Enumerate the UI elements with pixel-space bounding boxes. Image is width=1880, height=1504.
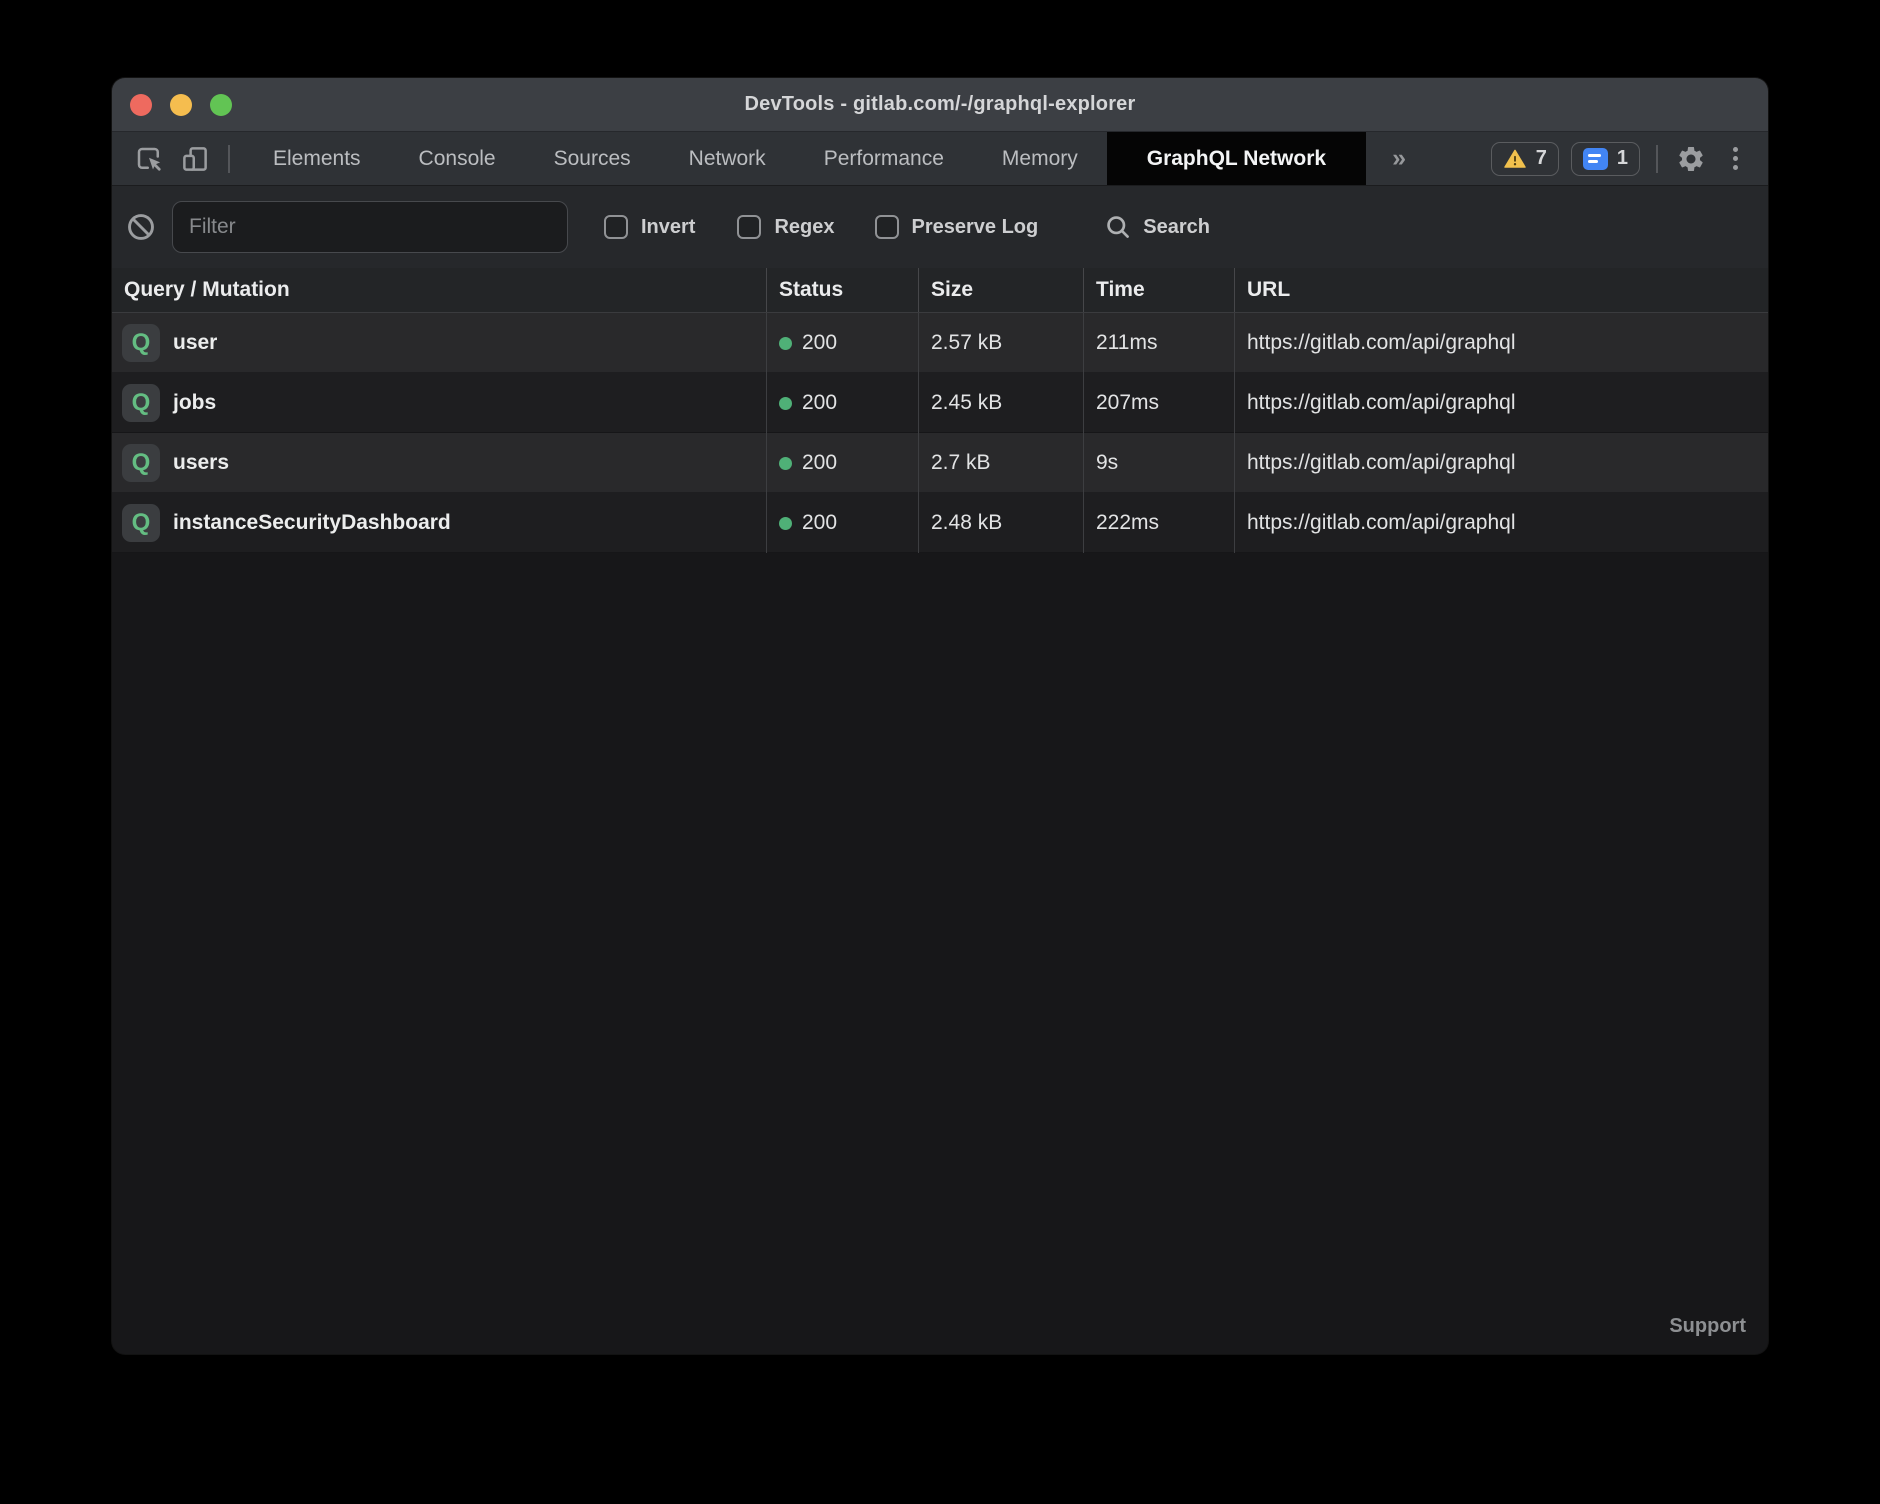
preserve-log-label: Preserve Log xyxy=(912,216,1039,239)
search-icon xyxy=(1104,213,1132,241)
invert-label: Invert xyxy=(641,216,695,239)
status-cell: 200 xyxy=(766,313,918,373)
device-toolbar-icon xyxy=(180,144,210,174)
window-title: DevTools - gitlab.com/-/graphql-explorer xyxy=(744,93,1135,116)
block-icon xyxy=(125,211,157,243)
query-name: instanceSecurityDashboard xyxy=(173,511,451,535)
status-dot-icon xyxy=(779,517,792,530)
status-value: 200 xyxy=(802,451,837,475)
query-badge: Q xyxy=(122,504,160,542)
support-link[interactable]: Support xyxy=(1669,1315,1746,1338)
minimize-window-button[interactable] xyxy=(170,94,192,116)
clear-log-button[interactable] xyxy=(124,210,158,244)
gear-icon xyxy=(1676,144,1706,174)
column-header-time[interactable]: Time xyxy=(1083,268,1234,312)
url-cell: https://gitlab.com/api/graphql xyxy=(1234,433,1768,493)
preserve-log-checkbox[interactable] xyxy=(875,215,899,239)
tab-sources[interactable]: Sources xyxy=(525,132,660,185)
tab-elements[interactable]: Elements xyxy=(244,132,390,185)
query-name: jobs xyxy=(173,391,216,415)
url-cell: https://gitlab.com/api/graphql xyxy=(1234,493,1768,553)
table-row[interactable]: Q users 200 2.7 kB 9s https://gitlab.com… xyxy=(112,433,1768,493)
warning-triangle-icon xyxy=(1503,148,1527,169)
tab-memory[interactable]: Memory xyxy=(973,132,1107,185)
column-header-status[interactable]: Status xyxy=(766,268,918,312)
table-row[interactable]: Q user 200 2.57 kB 211ms https://gitlab.… xyxy=(112,313,1768,373)
size-cell: 2.45 kB xyxy=(918,373,1083,433)
search-label: Search xyxy=(1143,216,1210,239)
regex-checkbox-group[interactable]: Regex xyxy=(737,215,834,239)
warnings-badge[interactable]: 7 xyxy=(1491,142,1559,176)
query-badge: Q xyxy=(122,444,160,482)
invert-checkbox-group[interactable]: Invert xyxy=(604,215,695,239)
column-header-query-mutation[interactable]: Query / Mutation xyxy=(112,268,766,312)
panel-tabs: Elements Console Sources Network Perform… xyxy=(244,132,1432,185)
search-button[interactable]: Search xyxy=(1104,213,1210,241)
time-cell: 9s xyxy=(1083,433,1234,493)
tab-performance[interactable]: Performance xyxy=(795,132,973,185)
tab-console[interactable]: Console xyxy=(390,132,525,185)
message-bubble-icon xyxy=(1583,148,1608,170)
query-name: user xyxy=(173,331,217,355)
warnings-count: 7 xyxy=(1536,147,1547,170)
time-cell: 222ms xyxy=(1083,493,1234,553)
size-cell: 2.48 kB xyxy=(918,493,1083,553)
settings-button[interactable] xyxy=(1674,142,1708,176)
inspect-element-button[interactable] xyxy=(132,142,166,176)
inspect-icon xyxy=(134,144,164,174)
messages-badge[interactable]: 1 xyxy=(1571,142,1640,176)
table-row[interactable]: Q jobs 200 2.45 kB 207ms https://gitlab.… xyxy=(112,373,1768,433)
time-cell: 207ms xyxy=(1083,373,1234,433)
status-cell: 200 xyxy=(766,433,918,493)
devtools-tab-bar: Elements Console Sources Network Perform… xyxy=(112,131,1768,185)
filter-bar: Invert Regex Preserve Log Search xyxy=(112,185,1768,268)
size-cell: 2.57 kB xyxy=(918,313,1083,373)
close-window-button[interactable] xyxy=(130,94,152,116)
query-cell: Q user xyxy=(112,313,766,373)
tab-bar-right-controls: 7 1 xyxy=(1491,142,1750,176)
table-row[interactable]: Q instanceSecurityDashboard 200 2.48 kB … xyxy=(112,493,1768,553)
regex-label: Regex xyxy=(774,216,834,239)
column-header-size[interactable]: Size xyxy=(918,268,1083,312)
kebab-menu-icon[interactable] xyxy=(1720,147,1750,170)
tab-graphql-network[interactable]: GraphQL Network xyxy=(1107,132,1366,185)
status-value: 200 xyxy=(802,331,837,355)
device-toolbar-button[interactable] xyxy=(178,142,212,176)
status-cell: 200 xyxy=(766,373,918,433)
filter-input[interactable] xyxy=(172,201,568,253)
status-dot-icon xyxy=(779,337,792,350)
more-tabs-chevron[interactable]: » xyxy=(1366,132,1432,185)
status-dot-icon xyxy=(779,457,792,470)
toolbar-divider xyxy=(228,145,230,173)
query-cell: Q users xyxy=(112,433,766,493)
url-cell: https://gitlab.com/api/graphql xyxy=(1234,313,1768,373)
query-name: users xyxy=(173,451,229,475)
column-header-url[interactable]: URL xyxy=(1234,268,1768,312)
query-cell: Q jobs xyxy=(112,373,766,433)
zoom-window-button[interactable] xyxy=(210,94,232,116)
messages-count: 1 xyxy=(1617,147,1628,170)
size-cell: 2.7 kB xyxy=(918,433,1083,493)
panel-empty-area: Support xyxy=(112,553,1768,1354)
url-cell: https://gitlab.com/api/graphql xyxy=(1234,373,1768,433)
right-divider xyxy=(1656,145,1658,173)
table-header: Query / Mutation Status Size Time URL xyxy=(112,268,1768,313)
traffic-lights xyxy=(130,78,232,131)
devtools-window: DevTools - gitlab.com/-/graphql-explorer… xyxy=(112,78,1768,1354)
time-cell: 211ms xyxy=(1083,313,1234,373)
status-cell: 200 xyxy=(766,493,918,553)
invert-checkbox[interactable] xyxy=(604,215,628,239)
regex-checkbox[interactable] xyxy=(737,215,761,239)
status-dot-icon xyxy=(779,397,792,410)
query-badge: Q xyxy=(122,324,160,362)
preserve-log-checkbox-group[interactable]: Preserve Log xyxy=(875,215,1039,239)
status-value: 200 xyxy=(802,511,837,535)
tab-network[interactable]: Network xyxy=(660,132,795,185)
status-value: 200 xyxy=(802,391,837,415)
query-badge: Q xyxy=(122,384,160,422)
query-cell: Q instanceSecurityDashboard xyxy=(112,493,766,553)
title-bar: DevTools - gitlab.com/-/graphql-explorer xyxy=(112,78,1768,131)
